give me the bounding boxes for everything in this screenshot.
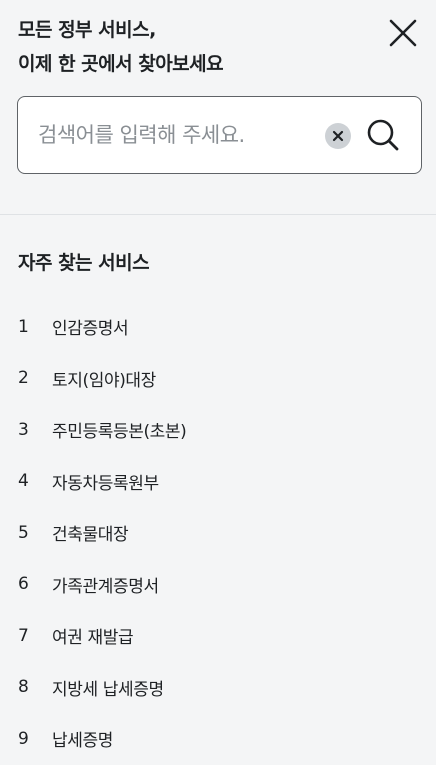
service-link[interactable]: 토지(임야)대장: [52, 366, 156, 391]
rank-number: 3: [18, 419, 29, 440]
search-header: 모든 정부 서비스, 이제 한 곳에서 찾아보세요: [0, 0, 436, 215]
service-link[interactable]: 건축물대장: [52, 520, 129, 545]
popular-services-list: 1 인감증명서 2 토지(임야)대장 3 주민등록등본(초본) 4 자동차등록원…: [0, 301, 436, 765]
rank-number: 4: [18, 471, 29, 492]
rank-number: 5: [18, 522, 29, 543]
panel-title-line-1: 모든 정부 서비스,: [18, 19, 156, 41]
service-link[interactable]: 여권 재발급: [52, 623, 134, 648]
service-link[interactable]: 가족관계증명서: [52, 572, 159, 597]
rank-number: 8: [18, 677, 29, 698]
popular-services-title: 자주 찾는 서비스: [18, 252, 150, 274]
clear-circle-icon: [332, 130, 344, 142]
panel-title-line-2: 이제 한 곳에서 찾아보세요: [18, 53, 224, 75]
magnifier-icon: [367, 119, 399, 151]
search-panel: 모든 정부 서비스, 이제 한 곳에서 찾아보세요 검색어를 입력해 주세요. …: [0, 0, 436, 751]
popular-service-item[interactable]: 7 여권 재발급: [0, 610, 436, 662]
service-link[interactable]: 자동차등록원부: [52, 469, 159, 494]
panel-title: 모든 정부 서비스, 이제 한 곳에서 찾아보세요: [18, 13, 224, 81]
popular-service-item[interactable]: 4 자동차등록원부: [0, 456, 436, 508]
close-icon: [389, 19, 417, 47]
search-button[interactable]: [363, 115, 403, 155]
rank-number: 2: [18, 368, 29, 389]
service-link[interactable]: 지방세 납세증명: [52, 675, 164, 700]
popular-service-item[interactable]: 9 납세증명: [0, 713, 436, 765]
popular-service-item[interactable]: 2 토지(임야)대장: [0, 353, 436, 405]
popular-services-section: 자주 찾는 서비스 1 인감증명서 2 토지(임야)대장 3 주민등록등본(초본…: [0, 215, 436, 751]
service-link[interactable]: 인감증명서: [52, 314, 129, 339]
popular-service-item[interactable]: 6 가족관계증명서: [0, 559, 436, 611]
service-link[interactable]: 납세증명: [52, 726, 113, 751]
popular-service-item[interactable]: 3 주민등록등본(초본): [0, 404, 436, 456]
service-link[interactable]: 주민등록등본(초본): [52, 417, 187, 442]
rank-number: 7: [18, 625, 29, 646]
rank-number: 9: [18, 728, 29, 749]
popular-service-item[interactable]: 5 건축물대장: [0, 507, 436, 559]
search-box: [17, 96, 422, 174]
rank-number: 6: [18, 574, 29, 595]
search-input[interactable]: [38, 117, 313, 153]
popular-service-item[interactable]: 1 인감증명서: [0, 301, 436, 353]
rank-number: 1: [18, 316, 29, 337]
close-button[interactable]: [386, 16, 420, 50]
clear-search-button[interactable]: [325, 123, 351, 149]
popular-service-item[interactable]: 8 지방세 납세증명: [0, 662, 436, 714]
